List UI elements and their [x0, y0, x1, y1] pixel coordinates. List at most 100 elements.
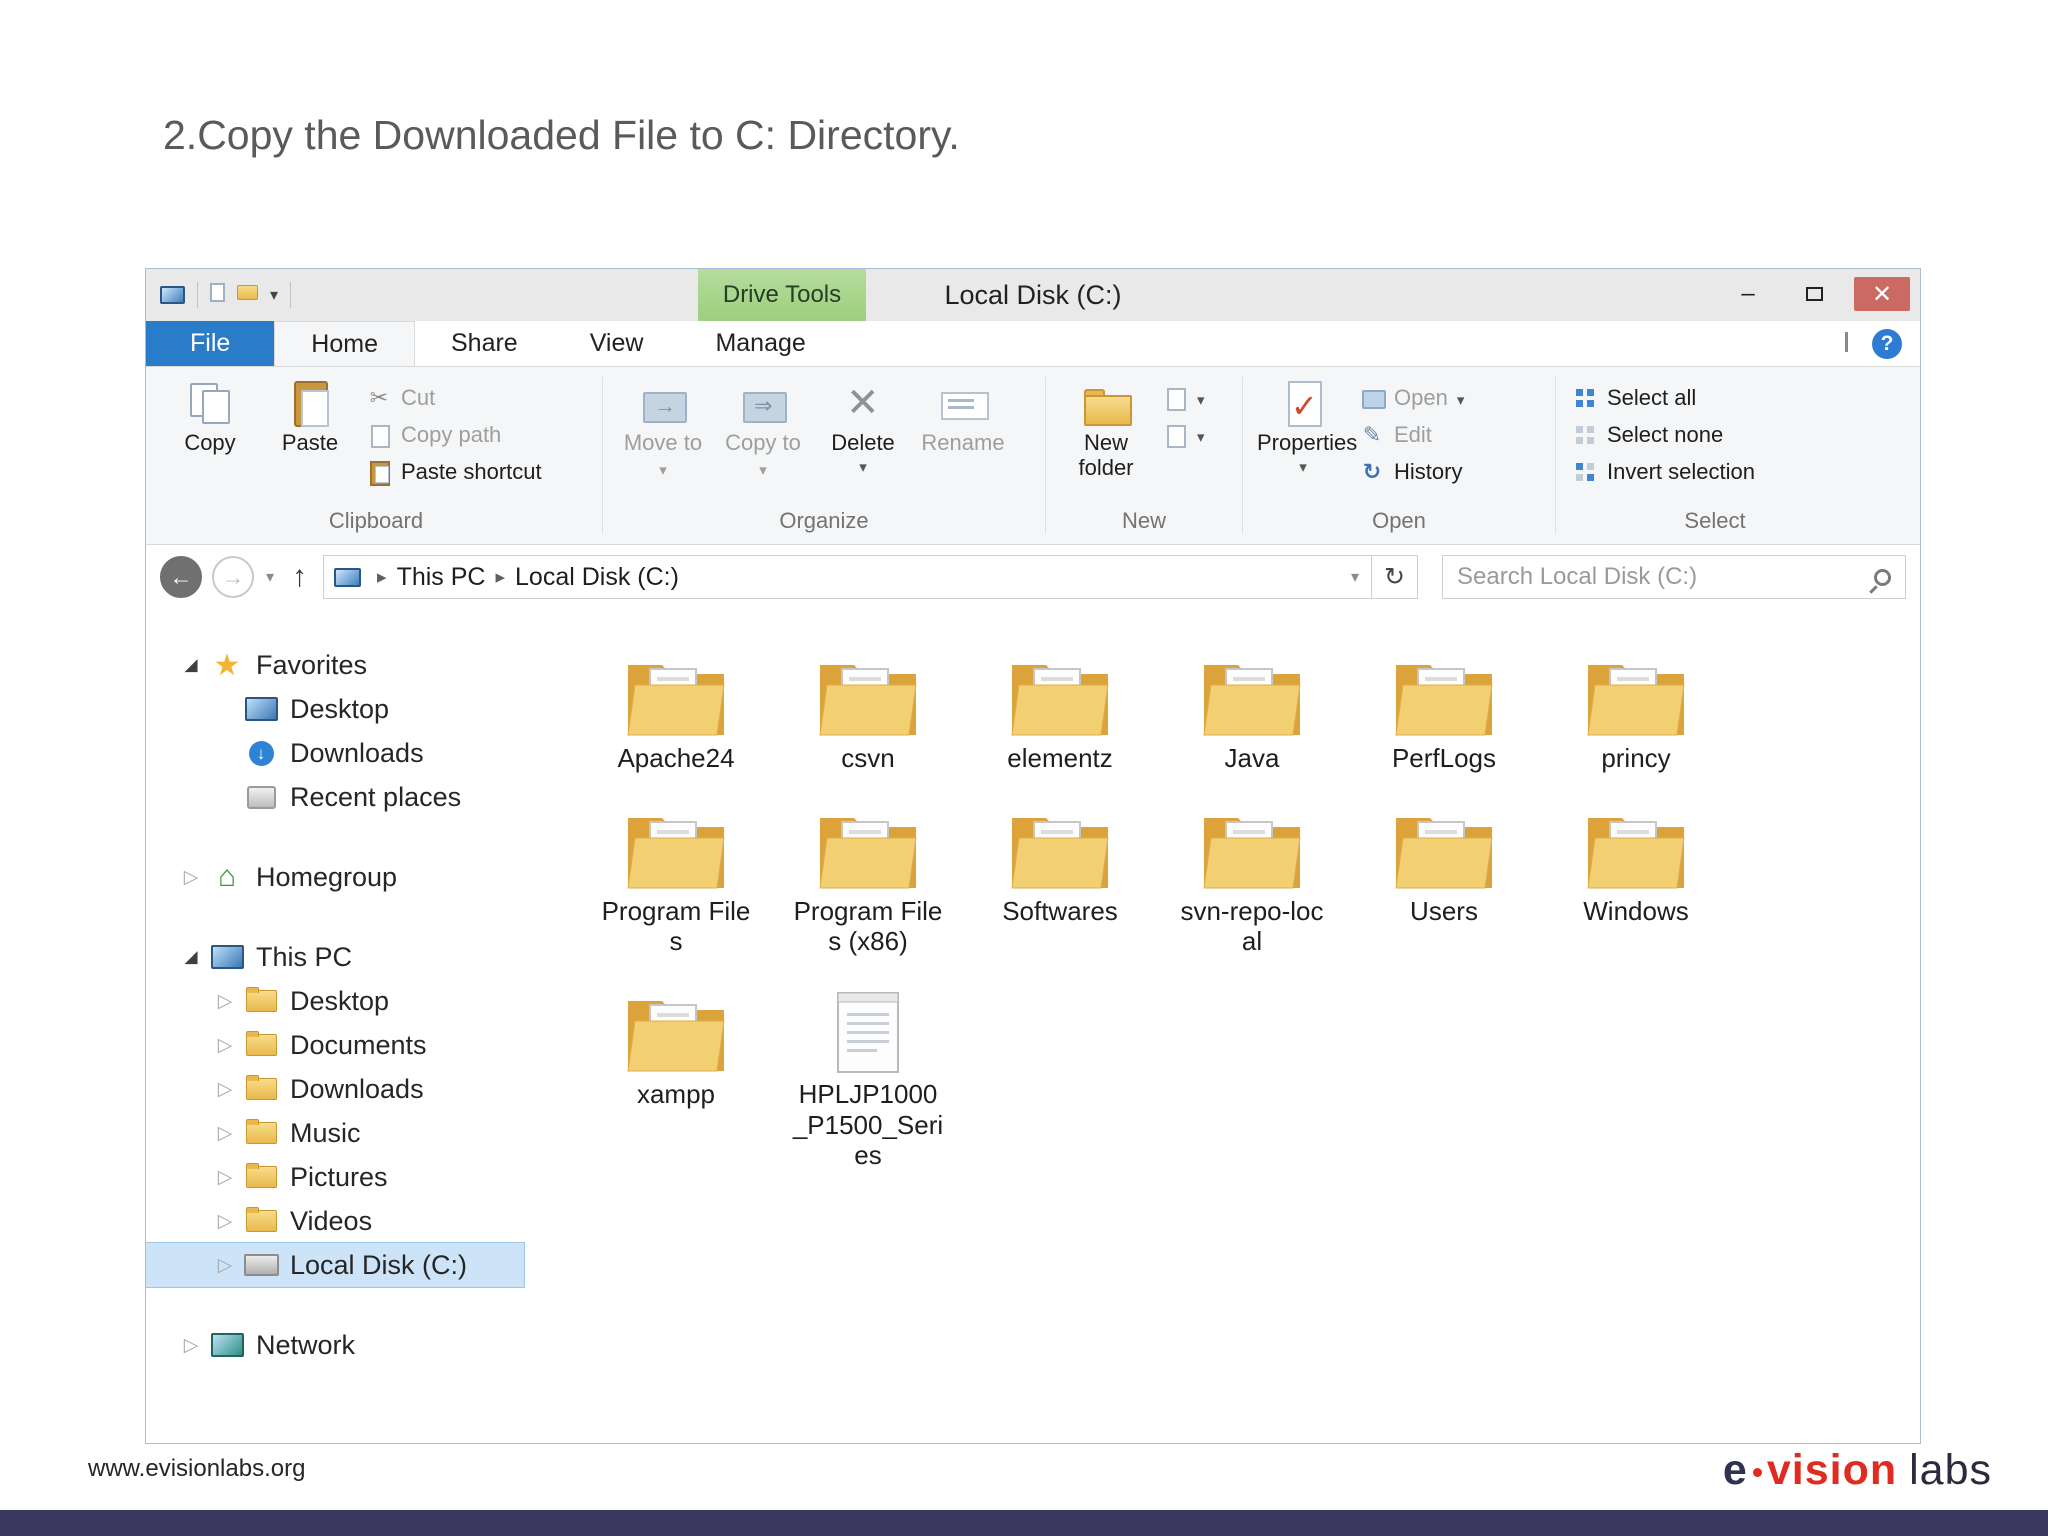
breadcrumb-item[interactable]: Local Disk (C:)	[515, 563, 679, 592]
folder-icon	[1011, 817, 1109, 889]
move-to-button[interactable]: Move to	[615, 377, 711, 482]
copy-button[interactable]: Copy	[162, 377, 258, 456]
expander-icon[interactable]	[208, 1166, 242, 1189]
edit-label: Edit	[1394, 422, 1432, 447]
file-item[interactable]: Users	[1348, 788, 1540, 957]
ribbon-tab[interactable]: Share	[415, 321, 554, 366]
file-name: Apache24	[617, 743, 735, 773]
sidebar-item[interactable]: This PC	[146, 935, 546, 979]
ribbon-tab[interactable]: Manage	[679, 321, 841, 366]
expander-icon[interactable]	[208, 1122, 242, 1145]
breadcrumbs: This PC Local Disk (C:)	[367, 563, 679, 592]
sidebar-item[interactable]: Homegroup	[146, 855, 546, 899]
file-name: PerfLogs	[1391, 743, 1497, 773]
ribbon-tab[interactable]: File	[146, 321, 275, 366]
file-item[interactable]: xampp	[580, 971, 772, 1171]
drive-tools-contextual-tab[interactable]: Drive Tools	[698, 269, 866, 321]
cut-label: Cut	[401, 385, 436, 410]
qat-customize-button[interactable]: ▾	[270, 285, 278, 305]
file-item[interactable]: Apache24	[580, 635, 772, 774]
paste-shortcut-button[interactable]: Paste shortcut	[362, 457, 546, 487]
sidebar-item[interactable]: Desktop	[146, 979, 546, 1023]
expander-icon[interactable]	[174, 654, 208, 676]
history-button[interactable]: ↻ History	[1355, 457, 1468, 487]
close-button[interactable]: ✕	[1854, 277, 1910, 311]
file-item[interactable]: Softwares	[964, 788, 1156, 957]
expander-icon[interactable]	[208, 1254, 242, 1277]
up-button[interactable]: ↑	[286, 560, 313, 594]
file-item[interactable]: csvn	[772, 635, 964, 774]
invert-selection-button[interactable]: Invert selection	[1568, 457, 1759, 487]
new-item-button[interactable]	[1158, 383, 1209, 413]
sidebar-item[interactable]: Desktop	[146, 687, 546, 731]
qat-new-folder-button[interactable]	[237, 285, 258, 305]
toolbar-separator	[197, 282, 198, 308]
file-item[interactable]: Program Files	[580, 788, 772, 957]
expander-icon[interactable]	[208, 1078, 242, 1101]
ribbon-tab[interactable]: Home	[274, 321, 415, 366]
address-dropdown-button[interactable]: ▾	[1345, 566, 1361, 588]
forward-button[interactable]: →	[212, 556, 254, 598]
file-item[interactable]: Program Files (x86)	[772, 788, 964, 957]
help-button[interactable]: ?	[1872, 328, 1902, 359]
back-button[interactable]: ←	[160, 556, 202, 598]
delete-button[interactable]: Delete	[815, 377, 911, 477]
open-button[interactable]: Open	[1355, 383, 1468, 413]
sidebar-item[interactable]: Documents	[146, 1023, 546, 1067]
new-folder-icon	[1082, 379, 1132, 427]
file-item[interactable]: Java	[1156, 635, 1348, 774]
sidebar-item[interactable]: Pictures	[146, 1155, 546, 1199]
file-name: Program Files (x86)	[793, 895, 943, 957]
file-name: Users	[1410, 895, 1478, 926]
edit-button[interactable]: ✎ Edit	[1355, 420, 1468, 450]
expander-icon[interactable]	[174, 866, 208, 889]
sidebar-item[interactable]: Music	[146, 1111, 546, 1155]
expander-icon[interactable]	[174, 946, 208, 968]
copy-to-button[interactable]: Copy to	[715, 377, 811, 482]
sidebar-item[interactable]: Recent places	[146, 775, 546, 819]
sidebar-item[interactable]: Downloads	[146, 1067, 546, 1111]
this-pc-icon	[208, 941, 246, 973]
back-icon: ←	[169, 563, 193, 590]
sidebar-item[interactable]: Downloads	[146, 731, 546, 775]
minimize-button[interactable]: –	[1722, 277, 1774, 311]
sidebar-item[interactable]: Local Disk (C:)	[146, 1242, 525, 1288]
new-folder-icon	[237, 285, 258, 300]
sidebar-item-label: Local Disk (C:)	[290, 1249, 468, 1280]
qat-properties-button[interactable]	[210, 283, 225, 307]
properties-button[interactable]: Properties	[1255, 377, 1357, 477]
file-item[interactable]: HPLJP1000_P1500_Series	[772, 971, 964, 1171]
paste-button[interactable]: Paste	[262, 377, 358, 456]
copy-path-button[interactable]: Copy path	[362, 420, 546, 450]
ribbon-tab[interactable]: View	[554, 321, 680, 366]
collapse-ribbon-button[interactable]	[1845, 331, 1848, 353]
file-item[interactable]: princy	[1540, 635, 1732, 774]
breadcrumb-item[interactable]: This PC	[397, 563, 486, 592]
expander-icon[interactable]	[208, 1034, 242, 1057]
select-all-button[interactable]: Select all	[1568, 383, 1759, 413]
file-item[interactable]: elementz	[964, 635, 1156, 774]
expander-icon[interactable]	[208, 990, 242, 1013]
maximize-button[interactable]	[1788, 277, 1840, 311]
rename-button[interactable]: Rename	[915, 377, 1011, 456]
file-item[interactable]: Windows	[1540, 788, 1732, 957]
expander-icon[interactable]	[208, 1210, 242, 1233]
address-bar[interactable]: This PC Local Disk (C:) ▾	[323, 555, 1372, 599]
footer-url: www.evisionlabs.org	[88, 1455, 306, 1482]
file-item[interactable]: PerfLogs	[1348, 635, 1540, 774]
cut-button[interactable]: ✂ Cut	[362, 383, 546, 413]
new-folder-button[interactable]: New folder	[1058, 377, 1154, 482]
paste-label: Paste	[281, 430, 339, 455]
select-none-button[interactable]: Select none	[1568, 420, 1759, 450]
sidebar-item[interactable]: Favorites	[146, 643, 546, 687]
sidebar-item[interactable]: Videos	[146, 1199, 546, 1243]
sidebar-item-label: Downloads	[290, 1073, 424, 1104]
recent-locations-button[interactable]: ▾	[264, 567, 276, 587]
sidebar-item[interactable]: Network	[146, 1323, 546, 1367]
easy-access-button[interactable]	[1158, 420, 1209, 450]
expander-icon[interactable]	[174, 1334, 208, 1357]
refresh-button[interactable]: ↻	[1372, 555, 1418, 599]
titlebar[interactable]: ▾ Local Disk (C:) Drive Tools – ✕	[146, 269, 1920, 321]
search-input[interactable]	[1457, 563, 1866, 591]
file-item[interactable]: svn-repo-local	[1156, 788, 1348, 957]
